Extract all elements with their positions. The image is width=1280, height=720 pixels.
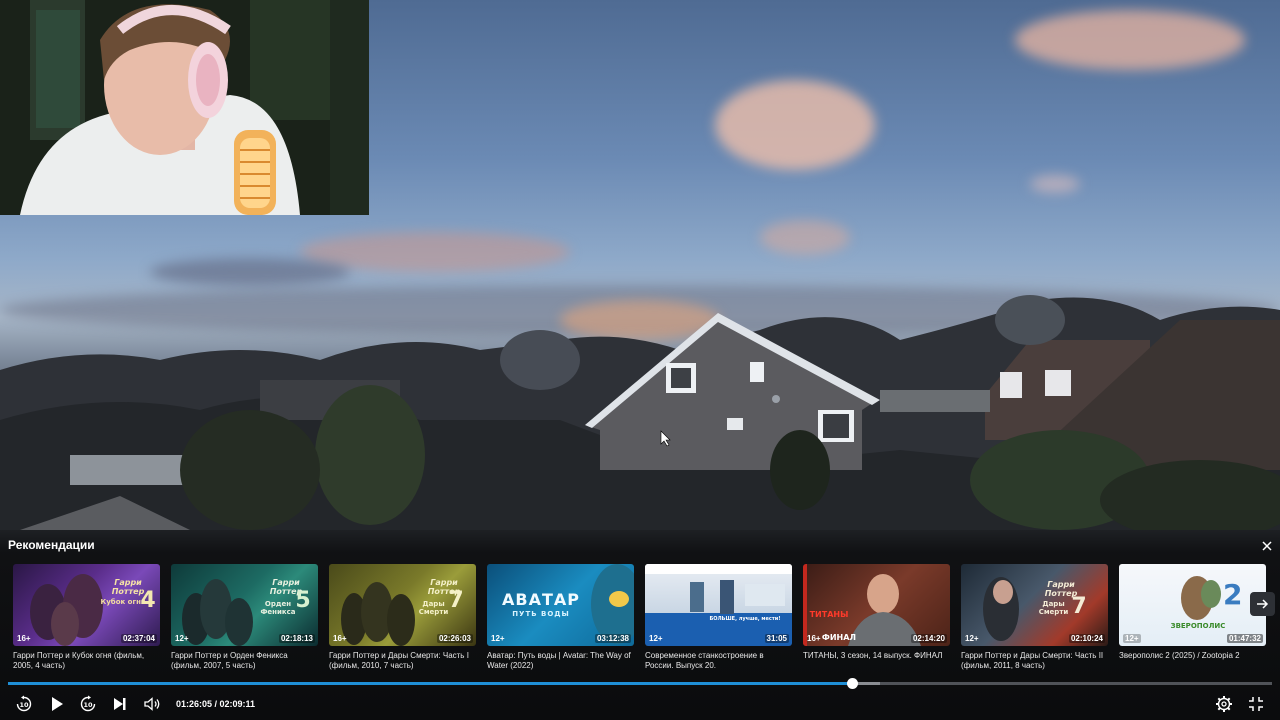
recommendation-card[interactable]: 2 ЗВЕРОПОЛИС 2 12+ 01:47:32 Зверополис 2… xyxy=(1119,564,1266,676)
card-title: Аватар: Путь воды | Avatar: The Way of W… xyxy=(487,651,631,670)
age-rating-badge: 12+ xyxy=(1123,634,1141,643)
streamer-image xyxy=(0,0,369,215)
card-title: Зверополис 2 (2025) / Zootopia 2 xyxy=(1119,651,1240,660)
duration-badge: 31:05 xyxy=(764,634,789,643)
recommendations-panel: Рекомендации Гарри Поттер Кубок огня 4 1… xyxy=(0,530,1280,720)
svg-text:2: 2 xyxy=(1223,578,1242,611)
age-rating-badge: 16+ xyxy=(333,634,347,643)
recommendation-card[interactable]: АВАТАР ПУТЬ ВОДЫ 12+ 03:12:38 Аватар: Пу… xyxy=(487,564,634,676)
duration-badge: 02:14:20 xyxy=(910,634,947,643)
recommendation-card[interactable]: Гарри Поттер Орден Феникса 5 12+ 02:18:1… xyxy=(171,564,318,676)
thumbnail-number: 5 xyxy=(295,588,311,613)
recommendation-card[interactable]: БОЛЬШЕ, лучше, мести! 12+ 31:05 Современ… xyxy=(645,564,792,676)
settings-button[interactable] xyxy=(1214,694,1234,714)
thumbnail: Гарри Поттер Кубок огня 4 16+ 02:37:04 xyxy=(13,564,160,646)
age-rating-badge: 12+ xyxy=(649,634,663,643)
thumbnail-subtitle: ФИНАЛ xyxy=(821,633,857,642)
thumbnail-logo: БОЛЬШЕ, лучше, мести! xyxy=(709,616,781,622)
recommendation-card[interactable]: Гарри Поттер Кубок огня 4 16+ 02:37:04 Г… xyxy=(13,564,160,676)
play-button[interactable] xyxy=(47,694,67,714)
volume-button[interactable] xyxy=(142,694,162,714)
recommendations-title: Рекомендации xyxy=(8,538,95,552)
card-title: ТИТАНЫ, 3 сезон, 14 выпуск. ФИНАЛ xyxy=(803,651,943,660)
volume-icon xyxy=(144,697,160,711)
gear-icon xyxy=(1216,696,1232,712)
thumbnail-logo: ТИТАНЫ xyxy=(809,610,849,619)
thumbnail: Гарри Поттер Дары Смерти 7 12+ 02:10:24 xyxy=(961,564,1108,646)
age-rating-badge: 12+ xyxy=(965,634,979,643)
close-icon[interactable] xyxy=(1259,538,1275,554)
duration-badge: 02:37:04 xyxy=(120,634,157,643)
skip-back-10-button[interactable]: 10 xyxy=(14,694,34,714)
card-title: Гарри Поттер и Орден Феникса (фильм, 200… xyxy=(171,651,288,670)
progress-bar[interactable] xyxy=(8,682,1272,685)
thumbnail-logo: ЗВЕРОПОЛИС xyxy=(1170,622,1226,630)
recommendation-card[interactable]: ТИТАНЫ ФИНАЛ 16+ 02:14:20 ТИТАНЫ, 3 сезо… xyxy=(803,564,950,676)
thumbnail-subtitle: ПУТЬ ВОДЫ xyxy=(512,610,570,618)
time-display: 01:26:05 / 02:09:11 xyxy=(176,699,256,709)
card-title: Гарри Поттер и Дары Смерти: Часть II (фи… xyxy=(961,651,1104,670)
skip-back-label: 10 xyxy=(19,701,29,709)
duration-badge: 01:47:32 xyxy=(1226,634,1263,643)
forward-10-icon: 10 xyxy=(80,695,96,712)
webcam-overlay xyxy=(0,0,369,215)
card-title: Гарри Поттер и Кубок огня (фильм, 2005, … xyxy=(13,651,145,670)
thumbnail: 2 ЗВЕРОПОЛИС 2 12+ 01:47:32 xyxy=(1119,564,1266,646)
thumbnail-logo: АВАТАР xyxy=(502,590,580,609)
duration-badge: 02:26:03 xyxy=(436,634,473,643)
rewind-10-icon: 10 xyxy=(16,695,32,712)
recommendation-card[interactable]: Гарри Поттер Дары Смерти 7 16+ 02:26:03 … xyxy=(329,564,476,676)
play-icon xyxy=(52,697,63,711)
thumbnail: ТИТАНЫ ФИНАЛ 16+ 02:14:20 xyxy=(803,564,950,646)
age-rating-badge: 12+ xyxy=(175,634,189,643)
skip-forward-label: 10 xyxy=(83,701,93,709)
played-bar xyxy=(8,682,853,685)
skip-next-icon xyxy=(114,698,126,710)
fullscreen-exit-icon xyxy=(1249,697,1263,711)
recommendation-card[interactable]: Гарри Поттер Дары Смерти 7 12+ 02:10:24 … xyxy=(961,564,1108,676)
card-title: Современное станкостроение в России. Вып… xyxy=(645,651,764,670)
age-rating-badge: 12+ xyxy=(491,634,505,643)
duration-badge: 02:18:13 xyxy=(278,634,315,643)
thumbnail: БОЛЬШЕ, лучше, мести! 12+ 31:05 xyxy=(645,564,792,646)
age-rating-badge: 16+ xyxy=(807,634,821,643)
thumbnail-number: 7 xyxy=(1071,594,1087,619)
next-video-button[interactable] xyxy=(110,694,130,714)
card-title: Гарри Поттер и Дары Смерти: Часть I (фил… xyxy=(329,651,469,670)
skip-forward-10-button[interactable]: 10 xyxy=(78,694,98,714)
thumbnail: Гарри Поттер Орден Феникса 5 12+ 02:18:1… xyxy=(171,564,318,646)
duration-badge: 02:10:24 xyxy=(1068,634,1105,643)
age-rating-badge: 16+ xyxy=(17,634,31,643)
fullscreen-exit-button[interactable] xyxy=(1246,694,1266,714)
thumbnail-number: 7 xyxy=(448,588,464,613)
thumbnail-number: 4 xyxy=(140,588,156,613)
thumbnail: АВАТАР ПУТЬ ВОДЫ 12+ 03:12:38 xyxy=(487,564,634,646)
next-recommendations-button[interactable] xyxy=(1250,592,1275,616)
duration-badge: 03:12:38 xyxy=(594,634,631,643)
thumbnail: Гарри Поттер Дары Смерти 7 16+ 02:26:03 xyxy=(329,564,476,646)
